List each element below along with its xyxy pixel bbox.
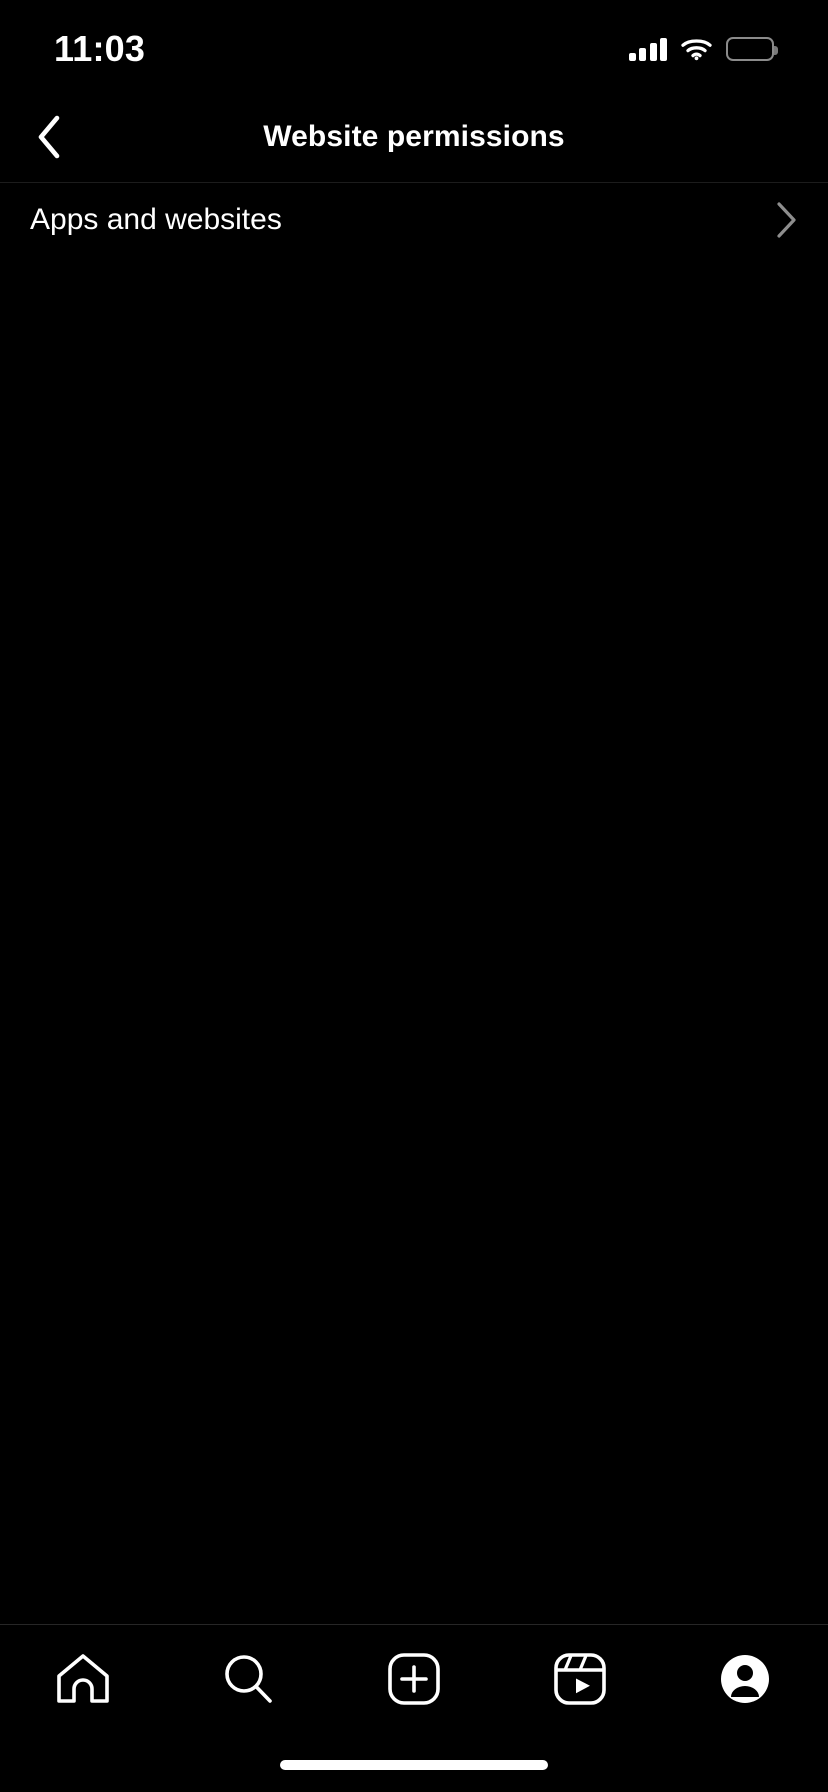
status-bar-indicators	[628, 37, 778, 61]
page-title: Website permissions	[263, 120, 565, 153]
home-icon	[54, 1651, 112, 1707]
navigation-header: Website permissions	[0, 92, 828, 183]
tab-profile[interactable]	[662, 1647, 828, 1711]
search-icon	[220, 1651, 276, 1707]
reels-icon	[552, 1651, 608, 1707]
settings-list: Apps and websites	[0, 183, 828, 1624]
chevron-left-icon	[36, 115, 62, 159]
bottom-tab-bar	[0, 1624, 828, 1792]
tab-create[interactable]	[331, 1647, 497, 1711]
back-button[interactable]	[18, 106, 80, 168]
battery-low-icon	[726, 37, 778, 61]
plus-square-icon	[386, 1651, 442, 1707]
profile-avatar-icon	[717, 1651, 773, 1707]
cellular-signal-icon	[628, 37, 667, 61]
tab-home[interactable]	[0, 1647, 166, 1711]
tab-reels[interactable]	[497, 1647, 663, 1711]
status-bar: 11:03	[0, 0, 828, 92]
list-item-apps-and-websites[interactable]: Apps and websites	[0, 183, 828, 257]
tab-search[interactable]	[166, 1647, 332, 1711]
app-screen: 11:03 Website permissions Apps and websi…	[0, 0, 828, 1792]
chevron-right-icon	[776, 201, 798, 239]
status-bar-time: 11:03	[54, 28, 146, 69]
home-indicator	[280, 1760, 548, 1770]
list-item-label: Apps and websites	[30, 203, 282, 236]
wifi-icon	[681, 38, 712, 61]
